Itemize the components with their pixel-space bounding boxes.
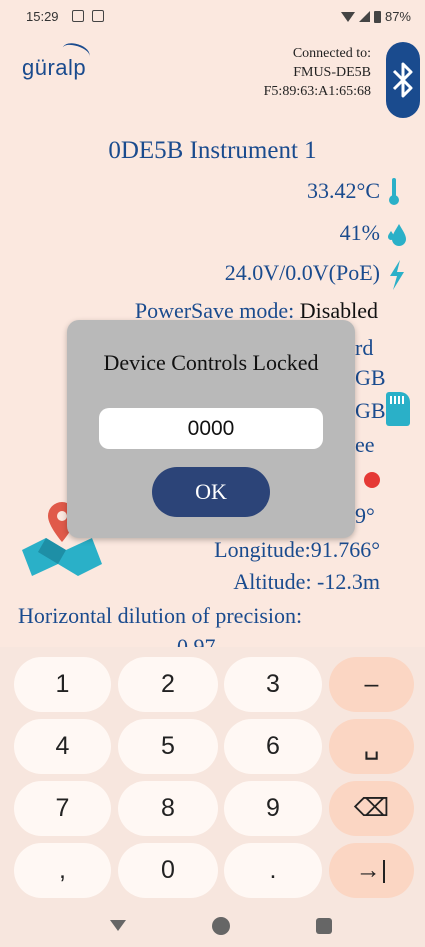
key-5[interactable]: 5	[118, 719, 218, 774]
recording-status-dot	[364, 472, 380, 488]
key-next[interactable]: →|	[329, 843, 414, 898]
longitude-value: Longitude:91.766°	[214, 537, 380, 562]
humidity-value: 41%	[339, 220, 380, 245]
key-1[interactable]: 1	[14, 657, 111, 712]
partial-ee: ee	[355, 432, 375, 457]
ok-button[interactable]: OK	[152, 467, 270, 517]
battery-icon	[373, 10, 381, 23]
device-name: FMUS-DE5B	[293, 65, 371, 80]
key-4[interactable]: 4	[14, 719, 111, 774]
key-backspace[interactable]: ⌫	[329, 781, 414, 836]
dialog-title: Device Controls Locked	[103, 350, 319, 375]
battery-percent: 87%	[384, 9, 411, 24]
wifi-icon	[340, 11, 355, 22]
altitude-value: Altitude: -12.3m	[233, 569, 380, 594]
key-8[interactable]: 8	[118, 781, 218, 836]
key-6[interactable]: 6	[224, 719, 322, 774]
partial-latitude: 9°	[355, 503, 375, 528]
pin-input[interactable]: 0000	[99, 408, 323, 449]
voltage-value: 24.0V/0.0V(PoE)	[224, 260, 380, 285]
sd-card-icon	[386, 392, 410, 426]
partial-gb-1: GB	[355, 365, 386, 390]
partial-rd: rd	[355, 335, 374, 360]
hdop-value: 0.97	[177, 634, 216, 647]
thermometer-icon	[389, 178, 399, 205]
notification-icon	[72, 10, 84, 22]
key-9[interactable]: 9	[224, 781, 322, 836]
status-time: 15:29	[26, 9, 59, 24]
lock-dialog: Device Controls Locked 0000 OK	[67, 320, 355, 538]
key-7[interactable]: 7	[14, 781, 111, 836]
key-minus[interactable]: –	[329, 657, 414, 712]
key-period[interactable]: .	[224, 843, 322, 898]
instrument-title: 0DE5B Instrument 1	[108, 137, 317, 164]
lightning-icon	[390, 260, 404, 290]
temperature-value: 33.42°C	[307, 178, 380, 203]
key-0[interactable]: 0	[118, 843, 218, 898]
signal-icon	[358, 11, 370, 22]
nav-home-icon[interactable]	[212, 917, 230, 935]
hdop-label: Horizontal dilution of precision:	[18, 603, 303, 628]
droplet-icon	[388, 224, 406, 246]
key-2[interactable]: 2	[118, 657, 218, 712]
status-right: 87%	[340, 9, 411, 24]
connected-label: Connected to:	[292, 46, 371, 61]
device-mac: F5:89:63:A1:65:68	[263, 84, 371, 99]
connection-info: Connected to: FMUS-DE5B F5:89:63:A1:65:6…	[264, 44, 371, 101]
nav-recents-icon[interactable]	[316, 918, 332, 934]
bluetooth-button[interactable]	[386, 42, 420, 118]
bluetooth-icon	[392, 62, 413, 98]
key-comma[interactable]: ,	[14, 843, 111, 898]
partial-gb-2: GB	[355, 398, 386, 423]
nav-back-icon[interactable]	[110, 920, 126, 931]
status-bar: 15:29 87%	[0, 0, 425, 34]
key-space[interactable]: ␣	[329, 719, 414, 774]
numeric-keyboard: 1 2 3 – 4 5 6 ␣ 7 8 9 ⌫ , 0 . →|	[0, 647, 425, 947]
screenshot-icon	[92, 10, 104, 22]
key-3[interactable]: 3	[224, 657, 322, 712]
